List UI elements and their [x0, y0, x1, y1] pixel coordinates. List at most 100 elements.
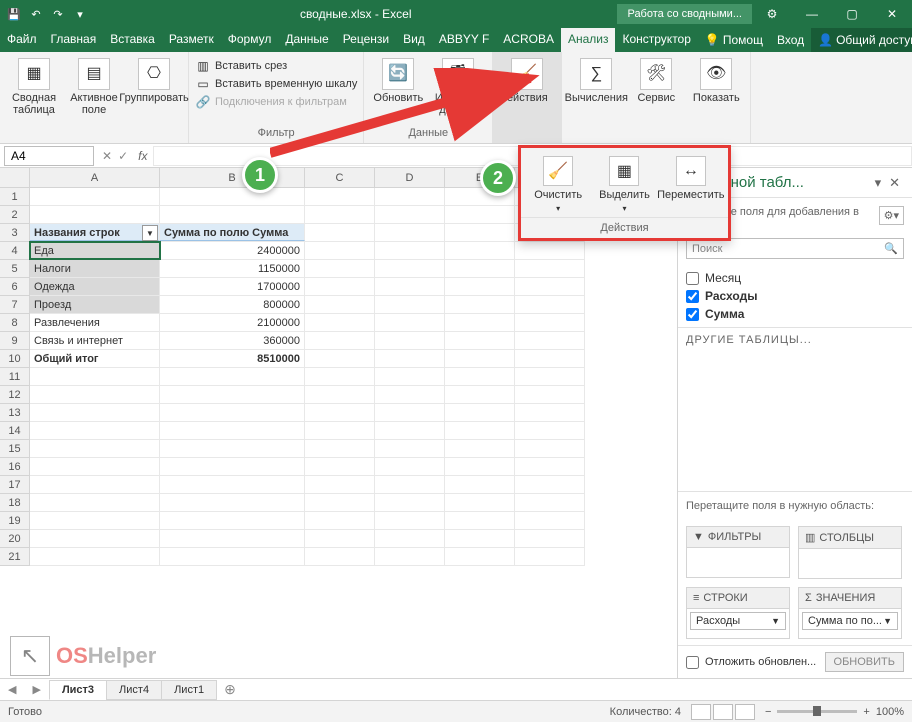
show-button[interactable]: 👁Показать	[688, 54, 744, 104]
actions-button[interactable]: 🧹ействия	[499, 54, 555, 104]
drag-instructions: Перетащите поля в нужную область:	[678, 491, 912, 520]
ribbon-tabs: Файл Главная Вставка Разметк Формул Данн…	[0, 28, 912, 52]
clear-button[interactable]: 🧹Очистить▾	[526, 156, 590, 213]
values-pill[interactable]: Сумма по по...▼	[802, 612, 898, 630]
datasource-icon: 🗃	[442, 58, 474, 90]
field-expenses[interactable]: Расходы	[686, 287, 904, 305]
titlebar: 💾 ↶ ↷ ▾ сводные.xlsx - Excel Работа со с…	[0, 0, 912, 28]
grand-total-value[interactable]: 8510000	[160, 350, 305, 367]
name-box[interactable]	[4, 146, 94, 166]
fields-search-input[interactable]: Поиск🔍	[686, 238, 904, 259]
tab-home[interactable]: Главная	[44, 28, 104, 52]
tab-acrobat[interactable]: ACROBA	[496, 28, 561, 52]
select-button[interactable]: ▦Выделить▾	[592, 156, 656, 213]
save-icon[interactable]: 💾	[6, 6, 22, 22]
move-icon: ↔	[676, 156, 706, 186]
defer-update-label: Отложить обновлен...	[705, 656, 816, 668]
rows-icon: ≡	[693, 592, 699, 604]
other-tables-link[interactable]: ДРУГИЕ ТАБЛИЦЫ...	[678, 328, 912, 352]
rows-area[interactable]: ≡СТРОКИРасходы▼	[686, 587, 790, 639]
activefield-icon: ▤	[78, 58, 110, 90]
pivottable-icon: ▦	[18, 58, 50, 90]
taskpane-dropdown-icon[interactable]: ▾	[871, 175, 886, 191]
fields-settings-icon[interactable]: ⚙▾	[879, 206, 904, 225]
sheet-tab-1[interactable]: Лист3	[49, 680, 107, 700]
tabs-nav-prev-icon[interactable]: ◀	[0, 683, 24, 696]
window-title: сводные.xlsx - Excel	[94, 7, 617, 21]
values-icon: Σ	[805, 592, 812, 604]
worksheet[interactable]: ABCDEF 123456789101112131415161718192021…	[0, 168, 677, 678]
qat-more-icon[interactable]: ▾	[72, 6, 88, 22]
help-button[interactable]: 💡Помощ	[698, 28, 770, 52]
insert-timeline-button[interactable]: ▭Вставить временную шкалу	[195, 76, 357, 92]
login-button[interactable]: Вход	[770, 28, 811, 52]
tab-review[interactable]: Рецензи	[336, 28, 396, 52]
tab-insert[interactable]: Вставка	[103, 28, 162, 52]
datasource-button[interactable]: 🗃Источник данных	[430, 54, 486, 116]
pivot-header-values[interactable]: Сумма по полю Сумма	[160, 224, 305, 241]
select-icon: ▦	[609, 156, 639, 186]
calculations-button[interactable]: ∑Вычисления	[568, 54, 624, 104]
group-button[interactable]: ⎔Группировать	[126, 54, 182, 104]
actions-icon: 🧹	[511, 58, 543, 90]
window-settings-icon[interactable]: ⚙	[752, 0, 792, 28]
callout-badge-2: 2	[480, 160, 516, 196]
rows-pill[interactable]: Расходы▼	[690, 612, 786, 630]
row-headers[interactable]: 123456789101112131415161718192021	[0, 188, 30, 566]
field-month[interactable]: Месяц	[686, 269, 904, 287]
pivottable-button[interactable]: ▦Сводная таблица	[6, 54, 62, 116]
tab-file[interactable]: Файл	[0, 28, 44, 52]
enter-formula-icon[interactable]: ✓	[118, 149, 128, 163]
filter-connections-button[interactable]: 🔗Подключения к фильтрам	[195, 94, 357, 110]
columns-area[interactable]: ▥СТОЛБЦЫ	[798, 526, 902, 579]
tools-icon: 🛠	[640, 58, 672, 90]
columns-icon: ▥	[805, 531, 815, 544]
cells-grid[interactable]: Названия строкСумма по полю Сумма Еда240…	[30, 188, 585, 566]
redo-icon[interactable]: ↷	[50, 6, 66, 22]
values-area[interactable]: ΣЗНАЧЕНИЯСумма по по...▼	[798, 587, 902, 639]
select-all-button[interactable]	[0, 168, 30, 188]
filter-icon: ▼	[693, 531, 704, 543]
refresh-button[interactable]: 🔄Обновить	[370, 54, 426, 104]
cell-a4[interactable]: Еда	[30, 242, 160, 259]
insert-slicer-button[interactable]: ▥Вставить срез	[195, 58, 357, 74]
tabs-nav-next-icon[interactable]: ▶	[24, 683, 48, 696]
grand-total-label[interactable]: Общий итог	[30, 350, 160, 367]
clear-icon: 🧹	[543, 156, 573, 186]
tab-design[interactable]: Конструктор	[615, 28, 697, 52]
tab-formulas[interactable]: Формул	[221, 28, 279, 52]
sheet-tab-3[interactable]: Лист1	[161, 680, 217, 700]
share-button[interactable]: 👤Общий доступ	[811, 28, 912, 52]
sheet-tab-2[interactable]: Лист4	[106, 680, 162, 700]
cursor-icon: ↖	[10, 636, 50, 676]
group-icon: ⎔	[138, 58, 170, 90]
sheet-tabs: ◀ ▶ Лист3 Лист4 Лист1 ⊕	[0, 678, 912, 700]
tab-analyze[interactable]: Анализ	[561, 28, 616, 52]
tools-button[interactable]: 🛠Сервис	[628, 54, 684, 104]
undo-icon[interactable]: ↶	[28, 6, 44, 22]
close-icon[interactable]: ✕	[872, 0, 912, 28]
pivottable-fields-pane: ...сводной табл... ▾ ✕ Выберите поля для…	[677, 168, 912, 678]
rowlabels-dropdown-icon[interactable]: ▼	[142, 225, 158, 241]
field-sum[interactable]: Сумма	[686, 305, 904, 323]
tab-abbyy[interactable]: ABBYY F	[432, 28, 496, 52]
taskpane-close-icon[interactable]: ✕	[885, 175, 904, 191]
tab-data[interactable]: Данные	[278, 28, 335, 52]
filter-conn-icon: 🔗	[195, 94, 211, 110]
move-button[interactable]: ↔Переместить	[659, 156, 723, 213]
fx-icon[interactable]: fx	[132, 149, 153, 163]
filters-area[interactable]: ▼ФИЛЬТРЫ	[686, 526, 790, 579]
tab-layout[interactable]: Разметк	[162, 28, 221, 52]
update-button[interactable]: ОБНОВИТЬ	[825, 652, 904, 672]
add-sheet-icon[interactable]: ⊕	[216, 681, 244, 698]
calculations-icon: ∑	[580, 58, 612, 90]
cancel-formula-icon[interactable]: ✕	[102, 149, 112, 163]
minimize-icon[interactable]: —	[792, 0, 832, 28]
maximize-icon[interactable]: ▢	[832, 0, 872, 28]
activefield-button[interactable]: ▤Активное поле	[66, 54, 122, 116]
group-label-data: Данные	[370, 127, 486, 141]
defer-update-checkbox[interactable]	[686, 656, 699, 669]
tab-view[interactable]: Вид	[396, 28, 432, 52]
callout-badge-1: 1	[242, 157, 278, 193]
pivot-header-rowlabels[interactable]: Названия строк	[30, 224, 160, 241]
